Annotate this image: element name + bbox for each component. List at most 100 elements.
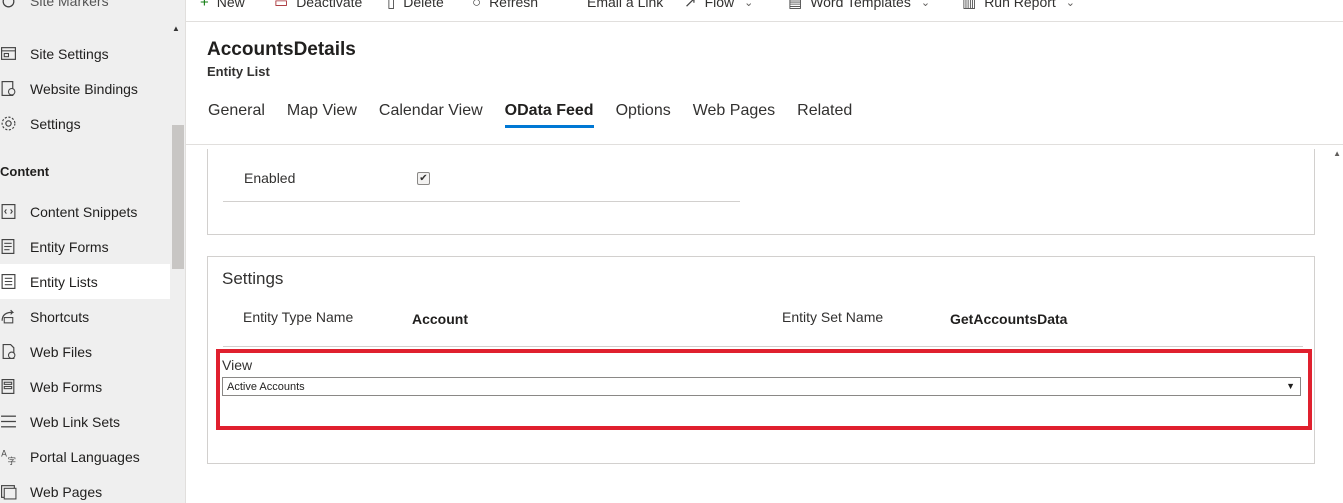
svg-text:字: 字 [7,456,16,465]
sidebar-item-label: Web Link Sets [30,413,121,430]
sidebar-item-web-pages[interactable]: Web Pages [0,474,170,503]
view-select-value: Active Accounts [227,380,305,393]
tab-web-pages[interactable]: Web Pages [693,102,775,124]
sidebar-item-label: Web Pages [30,483,103,500]
deactivate-button-label: Deactivate [296,0,363,10]
view-label: View [222,357,253,373]
sidebar-section-content: Content [0,164,50,179]
sidebar-item-web-forms[interactable]: Web Forms [0,369,170,404]
deactivate-button[interactable]: ▭ Deactivate [274,0,362,12]
odata-section: Enabled ✔ [207,149,1315,235]
sidebar: Site Markers Site Settings Website Bindi… [0,0,186,503]
sidebar-item-content-snippets[interactable]: Content Snippets [0,194,170,229]
shortcut-icon [0,307,30,327]
chevron-down-icon: ⌄ [920,0,931,9]
enabled-label: Enabled [244,170,296,186]
website-bindings-icon [0,79,30,99]
flow-button[interactable]: ↗ Flow ⌄ [684,0,753,12]
delete-button[interactable]: ▯ Delete [387,0,444,12]
sidebar-item-web-link-sets[interactable]: Web Link Sets [0,404,170,439]
divider [223,201,740,202]
tab-map-view[interactable]: Map View [287,102,357,124]
svg-text:A: A [1,450,7,460]
sidebar-item-label: Entity Lists [30,273,98,290]
sidebar-item-label: Site Markers [30,0,109,9]
flow-icon: ↗ [684,0,697,11]
sidebar-item-website-bindings[interactable]: Website Bindings [0,71,170,106]
page-subtitle: Entity List [207,64,270,79]
tab-general[interactable]: General [208,102,265,124]
email-link-button[interactable]: ⌒ Email a Link [564,0,663,12]
sidebar-item-label: Settings [30,115,81,132]
entity-type-name-label: Entity Type Name [243,309,354,325]
new-button-label: New [216,0,245,10]
web-form-icon [0,377,30,397]
sidebar-item-site-settings[interactable]: Site Settings [0,36,170,71]
sidebar-item-label: Shortcuts [30,308,90,325]
settings-section: Settings Entity Type Name Account Entity… [207,256,1315,464]
sidebar-item-portal-languages[interactable]: A字 Portal Languages [0,439,170,474]
site-settings-icon [0,44,30,64]
record-header: AccountsDetails Entity List General Map … [186,22,1343,145]
run-report-button[interactable]: ▥ Run Report ⌄ [962,0,1075,12]
tab-list: General Map View Calendar View OData Fee… [208,102,874,128]
checkmark-icon: ✔ [419,173,428,184]
word-templates-button[interactable]: ▤ Word Templates ⌄ [788,0,930,12]
refresh-button[interactable]: ○ Refresh [472,0,538,12]
link-set-icon [0,412,30,432]
chevron-down-icon: ⌄ [744,0,754,9]
chevron-down-icon: ⌄ [1065,0,1075,9]
gear-icon [0,114,30,134]
sidebar-item-shortcuts[interactable]: Shortcuts [0,299,170,334]
web-file-icon [0,342,30,362]
form-icon [0,237,30,257]
dropdown-arrow-icon: ▼ [1286,381,1295,391]
sidebar-item-label: Entity Forms [30,238,109,255]
scroll-up-arrow-icon[interactable]: ▲ [1333,149,1341,158]
report-icon: ▥ [962,0,977,11]
main-content: ▲ Enabled ✔ Settings Entity Type Name Ac… [186,145,1343,503]
delete-button-label: Delete [403,0,444,10]
refresh-icon: ○ [472,0,482,11]
sidebar-item-label: Site Settings [30,45,109,62]
tab-related[interactable]: Related [797,102,852,124]
tab-calendar-view[interactable]: Calendar View [379,102,483,124]
sidebar-item-entity-lists[interactable]: Entity Lists [0,264,170,299]
entity-type-name-value[interactable]: Account [412,311,468,327]
view-select[interactable]: Active Accounts ▼ [222,377,1301,396]
refresh-button-label: Refresh [489,0,539,10]
enabled-checkbox[interactable]: ✔ [417,172,430,185]
word-template-icon: ▤ [788,0,803,11]
list-icon [0,272,30,292]
sidebar-scrollbar-thumb[interactable] [172,125,184,269]
code-snippet-icon [0,202,30,222]
entity-set-name-label: Entity Set Name [782,309,884,325]
command-bar: + New ▭ Deactivate ▯ Delete ○ Refresh ⌒ … [186,0,1343,22]
entity-set-name-value[interactable]: GetAccountsData [950,311,1067,327]
plus-icon: + [200,0,209,11]
sidebar-item-label: Content Snippets [30,203,138,220]
scroll-up-arrow-icon[interactable]: ▲ [172,24,180,33]
sidebar-item-label: Web Forms [30,378,103,395]
web-page-icon [0,482,30,502]
sidebar-item-label: Portal Languages [30,448,140,465]
email-link-icon: ⌒ [564,0,580,12]
tab-odata-feed[interactable]: OData Feed [504,102,594,128]
word-templates-button-label: Word Templates [810,0,911,10]
site-markers-icon [0,0,30,11]
page-title: AccountsDetails [207,39,356,60]
settings-section-title: Settings [222,269,284,288]
new-button[interactable]: + New [200,0,245,12]
sidebar-item-settings[interactable]: Settings [0,106,170,141]
deactivate-icon: ▭ [274,0,289,11]
sidebar-item-label: Website Bindings [30,80,138,97]
flow-button-label: Flow [704,0,735,10]
divider [223,346,1303,347]
tab-options[interactable]: Options [616,102,671,124]
trash-icon: ▯ [387,0,396,11]
sidebar-item-entity-forms[interactable]: Entity Forms [0,229,170,264]
sidebar-item-label: Web Files [30,343,92,360]
sidebar-item-web-files[interactable]: Web Files [0,334,170,369]
language-icon: A字 [0,447,30,467]
sidebar-item-site-markers[interactable]: Site Markers [0,0,170,12]
